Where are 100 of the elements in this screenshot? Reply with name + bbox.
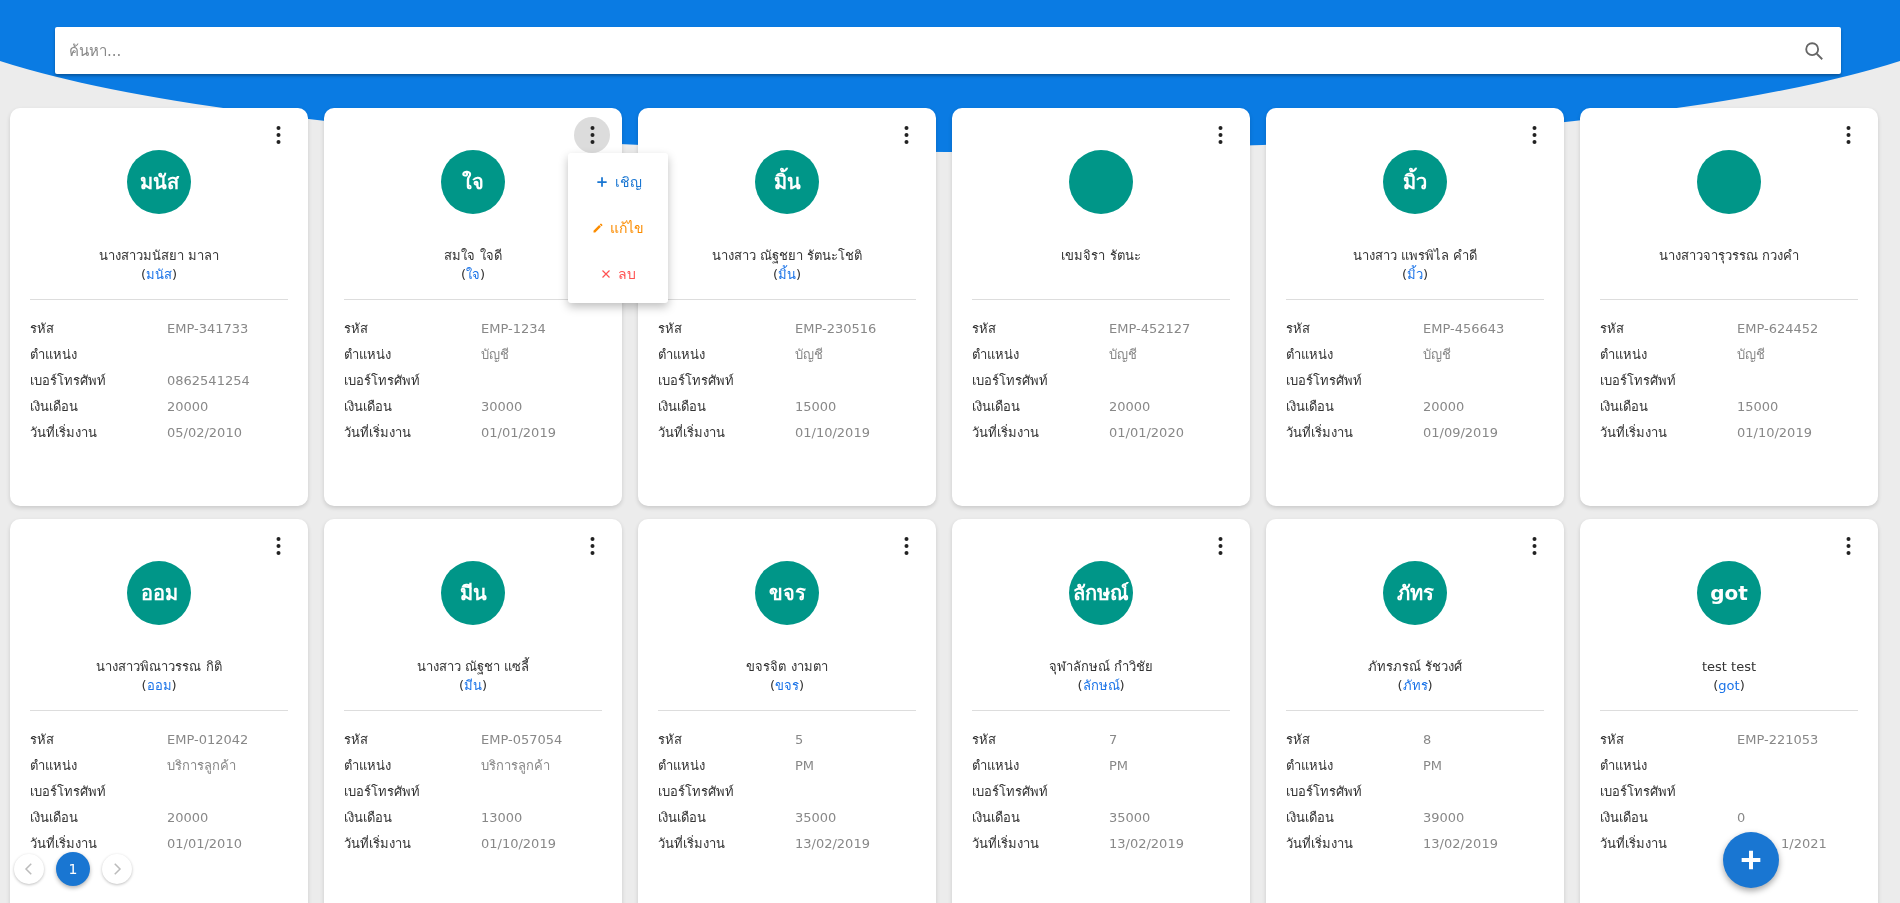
field-label: ตำแหน่ง [30,757,78,775]
field-value: 01/01/2020 [1109,424,1185,442]
employee-name: นางสาวมนัสยา มาลา [98,247,220,265]
field-label: ตำแหน่ง [972,346,1020,364]
menu-item[interactable]: เชิญ [568,159,668,205]
field-value: บริการลูกค้า [481,757,551,775]
field-value: EMP-624452 [1737,320,1820,338]
nickname: (ลักษณ์) [1077,677,1125,695]
field-value: EMP-456643 [1423,320,1506,338]
field-label: เงินเดือน [344,398,393,416]
field-value: 13000 [481,809,524,827]
menu-item[interactable]: แก้ไข [568,205,668,251]
field-label: เงินเดือน [1286,398,1335,416]
field-label: เงินเดือน [972,809,1021,827]
employee-name: จุฬาลักษณ์ กำวิชัย [1048,658,1154,676]
search-field[interactable]: ค้นหา... [55,27,1841,74]
field-value: EMP-012042 [167,731,250,749]
field-value: 13/02/2019 [795,835,871,853]
avatar: มนัส [127,150,191,214]
field-label: ตำแหน่ง [1286,757,1334,775]
field-label: ตำแหน่ง [344,757,392,775]
field-label: วันที่เริ่มงาน [1600,424,1668,442]
field-label: รหัส [344,320,369,338]
field-value: บัญชี [1423,346,1452,364]
field-label: ตำแหน่ง [1600,346,1648,364]
field-value: 15000 [1737,398,1780,416]
avatar: มิ้ว [1383,150,1447,214]
field-label: รหัส [972,320,997,338]
search-icon[interactable] [1803,39,1825,62]
nickname: (got) [1713,677,1745,695]
field-value: 20000 [1423,398,1466,416]
field-value: PM [1109,757,1130,775]
field-value: 01/10/2019 [795,424,871,442]
field-label: วันที่เริ่มงาน [1600,835,1668,853]
field-label: วันที่เริ่มงาน [344,424,412,442]
employee-name: นางสาว แพรพิไล คำดี [1352,247,1478,265]
field-label: วันที่เริ่มงาน [658,835,726,853]
field-value: 01/01/2019 [481,424,557,442]
field-value: 30000 [481,398,524,416]
field-value: EMP-452127 [1109,320,1192,338]
employee-name: นางสาว ณัฐชา แซลี้ [416,657,530,676]
field-value: 15000 [795,398,838,416]
plus-icon [594,175,609,189]
more-icon [1531,126,1537,144]
pencil-icon [592,222,604,234]
employee-name: นางสาวจารุวรรณ กวงคำ [1658,247,1800,265]
field-label: เบอร์โทรศัพท์ [344,372,421,390]
more-icon [1845,126,1851,144]
field-value: EMP-230516 [795,320,878,338]
field-label: เบอร์โทรศัพท์ [1286,783,1363,801]
field-value: 0862541254 [167,372,251,390]
field-label: เบอร์โทรศัพท์ [344,783,421,801]
field-label: ตำแหน่ง [658,346,706,364]
field-label: เงินเดือน [1286,809,1335,827]
field-value: EMP-1234 [481,320,547,338]
employee-name: ภัทรภรณ์ รัชวงศ์ [1367,658,1463,676]
field-value: 01/01/2010 [167,835,243,853]
field-label: วันที่เริ่มงาน [30,835,98,853]
field-label: ตำแหน่ง [658,757,706,775]
field-value: 1/2021 [1780,835,1828,853]
field-value: 01/10/2019 [1737,424,1813,442]
more-icon [275,537,281,555]
employee-name: เขมจิรา รัตนะ [1061,247,1141,265]
employee-name: นางสาว ณัฐชยา รัตนะโชติ [711,247,863,265]
menu-item[interactable]: ลบ [568,251,668,297]
field-value: EMP-221053 [1737,731,1820,749]
field-value: 35000 [1109,809,1152,827]
field-label: เบอร์โทรศัพท์ [1286,372,1363,390]
field-label: เงินเดือน [30,398,79,416]
field-value: 13/02/2019 [1109,835,1185,853]
field-label: เบอร์โทรศัพท์ [1600,783,1677,801]
field-label: เบอร์โทรศัพท์ [972,372,1049,390]
field-label: รหัส [1600,731,1625,749]
field-label: เงินเดือน [344,809,393,827]
avatar: ใจ [441,150,505,214]
field-label: เงินเดือน [972,398,1021,416]
field-label: ตำแหน่ง [1600,757,1648,775]
nickname: (มีน) [458,677,488,695]
field-label: วันที่เริ่มงาน [972,424,1040,442]
search-input[interactable]: ค้นหา... [67,40,1803,61]
field-value: 20000 [1109,398,1152,416]
field-label: เงินเดือน [1600,398,1649,416]
field-label: ตำแหน่ง [1286,346,1334,364]
field-label: รหัส [972,731,997,749]
field-value: 39000 [1423,809,1466,827]
field-value: EMP-057054 [481,731,564,749]
field-value: 5 [795,731,805,749]
avatar: got [1697,561,1761,625]
field-value: 0 [1737,809,1747,827]
more-icon [1531,537,1537,555]
field-value: 7 [1109,731,1119,749]
field-value: 13/02/2019 [1423,835,1499,853]
field-label: รหัส [658,731,683,749]
more-icon [589,537,595,555]
more-icon [589,126,595,144]
field-value: 35000 [795,809,838,827]
nickname: (ออม) [141,677,177,695]
more-icon [1845,537,1851,555]
field-label: รหัส [1286,320,1311,338]
more-button[interactable] [574,117,610,153]
